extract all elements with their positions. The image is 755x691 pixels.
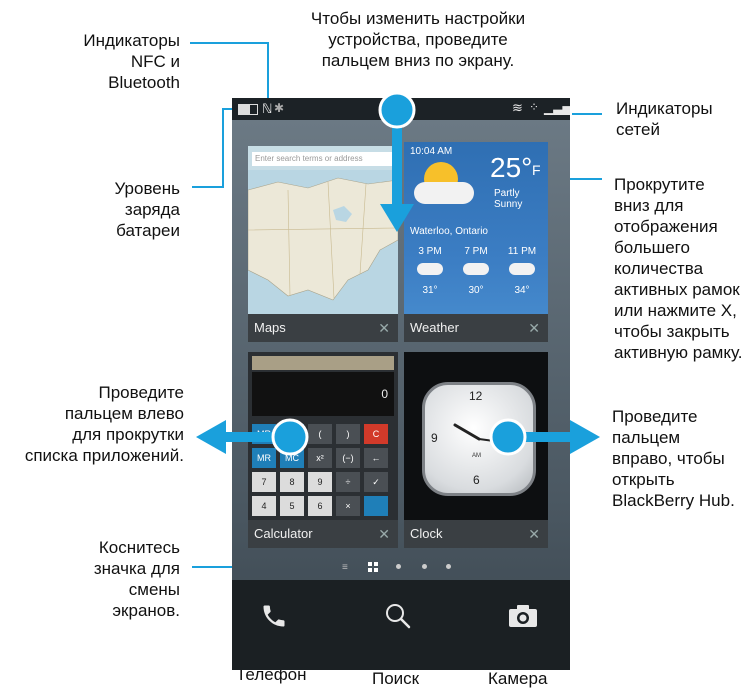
leader-line xyxy=(267,42,269,100)
frame-title-maps: Maps xyxy=(254,320,286,335)
wifi-icon: ≋ xyxy=(512,100,523,115)
calc-key[interactable]: 5 xyxy=(280,496,304,516)
forecast-time: 7 PM xyxy=(464,246,488,257)
frame-title-weather: Weather xyxy=(410,320,459,335)
calc-key[interactable]: ( xyxy=(308,424,332,444)
clock-hands xyxy=(453,423,510,444)
calculator-tape xyxy=(252,356,394,370)
frame-label: Calculator ✕ xyxy=(248,520,398,548)
frame-title-clock: Clock xyxy=(410,526,443,541)
clock-face: 12 3 6 9 AM xyxy=(422,382,536,496)
cloud-icon xyxy=(414,182,474,204)
calculator-display: 0 xyxy=(252,372,394,416)
calc-key[interactable]: 6 xyxy=(308,496,332,516)
page-dot[interactable] xyxy=(422,564,427,569)
calc-key[interactable]: ✓ xyxy=(364,472,388,492)
grid-view-icon[interactable] xyxy=(368,562,372,566)
active-frame-calculator[interactable]: 0 MR MC ( ) C MR MC x² (−) ← 7 8 9 ÷ ✓ 4… xyxy=(248,352,398,548)
calc-key[interactable]: 7 xyxy=(252,472,276,492)
map-image xyxy=(248,170,398,315)
calc-key[interactable]: × xyxy=(336,496,360,516)
cloud-icon xyxy=(463,263,489,275)
cloud-icon xyxy=(417,263,443,275)
active-frame-clock[interactable]: 12 3 6 9 AM Clock ✕ xyxy=(404,352,548,548)
calc-key[interactable]: 9 xyxy=(308,472,332,492)
search-icon[interactable] xyxy=(384,602,412,630)
calc-key[interactable]: 4 xyxy=(252,496,276,516)
weather-condition: Partly Sunny xyxy=(494,188,523,210)
annotation-tap-icon: Коснитесь значка для смены экранов. xyxy=(93,538,180,620)
active-frame-maps[interactable]: Enter search terms or address Maps ✕ xyxy=(248,146,398,342)
signal-icon: ▁▃▅ xyxy=(544,101,570,115)
leader-line xyxy=(190,42,268,44)
active-frame-weather[interactable]: 10:04 AM 25° F Partly Sunny Waterloo, On… xyxy=(404,142,548,342)
close-frame-maps-icon[interactable]: ✕ xyxy=(378,314,390,342)
calc-key[interactable] xyxy=(364,496,388,516)
arrow-left xyxy=(196,420,226,454)
phone-icon[interactable] xyxy=(260,602,288,630)
annotation-swipe-right: Проведите пальцем вправо, чтобы открыть … xyxy=(612,407,735,510)
calc-key[interactable]: ÷ xyxy=(336,472,360,492)
blackberry-messenger-icon: ⁘ xyxy=(529,100,540,114)
page-dot[interactable] xyxy=(396,564,401,569)
annotation-networks: Индикаторы сетей xyxy=(616,99,713,139)
leader-line xyxy=(222,108,224,188)
frame-label: Weather ✕ xyxy=(404,314,548,342)
calc-key[interactable]: (−) xyxy=(336,448,360,468)
forecast-time: 3 PM xyxy=(418,246,442,257)
calc-key[interactable]: ← xyxy=(364,448,388,468)
annotation-camera: Камера xyxy=(488,669,548,688)
frame-title-calculator: Calculator xyxy=(254,526,313,541)
bluetooth-icon: ✱ xyxy=(274,101,285,115)
calc-key[interactable]: 8 xyxy=(280,472,304,492)
leader-line xyxy=(572,113,602,115)
close-frame-calculator-icon[interactable]: ✕ xyxy=(378,520,390,548)
forecast-temp: 31° xyxy=(422,285,438,296)
phone-screen: ℕ ✱ M ≋ ⁘ ▁▃▅ Enter search terms or addr… xyxy=(232,98,570,670)
arrow-right xyxy=(570,420,600,454)
forecast-temp: 34° xyxy=(514,285,530,296)
calc-key[interactable]: ) xyxy=(336,424,360,444)
forecast-time: 11 PM xyxy=(507,246,537,257)
frame-label: Clock ✕ xyxy=(404,520,548,548)
cloud-icon xyxy=(509,263,535,275)
camera-icon[interactable] xyxy=(508,604,538,628)
annotation-battery: Уровень заряда батареи xyxy=(114,179,181,240)
forecast-row: 3 PM 31° 7 PM 30° 11 PM 34° xyxy=(404,246,548,308)
action-bar xyxy=(232,580,570,670)
status-bar[interactable]: ℕ ✱ M ≋ ⁘ ▁▃▅ xyxy=(232,98,570,120)
annotation-nfc-bluetooth: Индикаторы NFC и Bluetooth xyxy=(83,31,180,92)
forecast-item: 3 PM 31° xyxy=(410,246,450,296)
calc-key[interactable]: MR xyxy=(252,448,276,468)
forecast-item: 7 PM 30° xyxy=(456,246,496,296)
calc-key[interactable]: MC xyxy=(280,448,304,468)
list-view-icon[interactable]: ≡ xyxy=(342,562,348,573)
status-time: M xyxy=(406,102,416,116)
weather-location: Waterloo, Ontario xyxy=(410,226,488,237)
maps-search-input[interactable]: Enter search terms or address xyxy=(252,152,395,166)
forecast-temp: 30° xyxy=(468,285,484,296)
frame-label: Maps ✕ xyxy=(248,314,398,342)
calc-key[interactable]: MR xyxy=(252,424,276,444)
weather-unit: F xyxy=(532,162,541,178)
annotation-swipe-left: Проведите пальцем влево для прокрутки сп… xyxy=(24,383,184,465)
annotation-settings: Чтобы изменить настройки устройства, про… xyxy=(310,9,526,70)
close-frame-clock-icon[interactable]: ✕ xyxy=(528,520,540,548)
close-frame-weather-icon[interactable]: ✕ xyxy=(528,314,540,342)
calc-key[interactable]: C xyxy=(364,424,388,444)
annotation-search: Поиск xyxy=(372,669,420,688)
forecast-item: 11 PM 34° xyxy=(502,246,542,296)
leader-line xyxy=(192,186,222,188)
weather-temperature: 25° xyxy=(490,152,533,183)
battery-icon xyxy=(238,104,258,115)
annotation-scroll-frames: Прокрутите вниз для отображения большего… xyxy=(614,175,743,362)
calc-key[interactable]: x² xyxy=(308,448,332,468)
screen-indicator[interactable]: ≡ xyxy=(342,560,462,574)
calc-key[interactable]: MC xyxy=(280,424,304,444)
calculator-keypad: MR MC ( ) C MR MC x² (−) ← 7 8 9 ÷ ✓ 4 5… xyxy=(252,424,394,520)
page-dot[interactable] xyxy=(446,564,451,569)
nfc-icon: ℕ xyxy=(262,101,273,116)
weather-time: 10:04 AM xyxy=(410,146,453,157)
